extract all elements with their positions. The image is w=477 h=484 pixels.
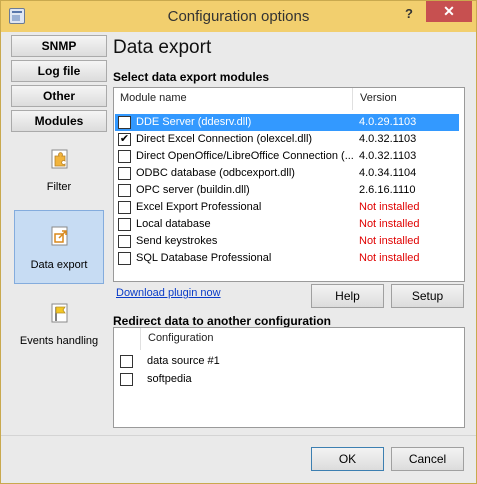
close-button[interactable]: ✕ bbox=[426, 1, 472, 22]
module-checkbox[interactable] bbox=[118, 150, 131, 163]
modules-section-label: Select data export modules bbox=[113, 70, 270, 84]
page-title: Data export bbox=[113, 37, 212, 58]
configuration-row[interactable]: softpedia bbox=[115, 371, 455, 388]
module-name: SQL Database Professional bbox=[136, 252, 272, 264]
module-checkbox[interactable] bbox=[118, 167, 131, 180]
download-plugin-link[interactable]: Download plugin now bbox=[116, 287, 221, 299]
module-version: Not installed bbox=[359, 201, 420, 213]
help-button[interactable]: Help bbox=[311, 284, 384, 308]
column-separator bbox=[140, 328, 141, 350]
nav-modules-button[interactable]: Modules bbox=[11, 110, 107, 132]
configuration-row[interactable]: data source #1 bbox=[115, 353, 455, 370]
module-version: 2.6.16.1110 bbox=[359, 184, 416, 196]
export-icon bbox=[51, 226, 68, 246]
setup-button[interactable]: Setup bbox=[391, 284, 464, 308]
modules-list[interactable]: Module name Version DDE Server (ddesrv.d… bbox=[113, 87, 465, 282]
module-version: 4.0.29.1103 bbox=[359, 116, 417, 128]
configuration-checkbox[interactable] bbox=[120, 373, 133, 386]
module-checkbox[interactable] bbox=[118, 116, 131, 129]
ok-button[interactable]: OK bbox=[311, 447, 384, 471]
nav-tile-events-handling-label: Events handling bbox=[19, 335, 99, 347]
module-row[interactable]: Excel Export Professional Not installed bbox=[115, 199, 459, 216]
footer-divider bbox=[1, 435, 476, 436]
module-row[interactable]: Direct OpenOffice/LibreOffice Connection… bbox=[115, 148, 459, 165]
module-name: Direct OpenOffice/LibreOffice Connection… bbox=[136, 150, 354, 162]
nav-tile-data-export-label: Data export bbox=[30, 259, 88, 271]
nav-other-button[interactable]: Other bbox=[11, 85, 107, 107]
column-module-name[interactable]: Module name bbox=[120, 92, 187, 104]
module-row[interactable]: SQL Database Professional Not installed bbox=[115, 250, 459, 267]
column-separator bbox=[352, 88, 353, 110]
help-title-button[interactable]: ? bbox=[397, 4, 421, 24]
module-name: Direct Excel Connection (olexcel.dll) bbox=[136, 133, 313, 145]
module-checkbox[interactable] bbox=[118, 201, 131, 214]
module-row[interactable]: OPC server (buildin.dll) 2.6.16.1110 bbox=[115, 182, 459, 199]
module-version: Not installed bbox=[359, 252, 420, 264]
nav-tile-data-export[interactable]: Data export bbox=[14, 210, 104, 284]
nav-tile-filter-label: Filter bbox=[46, 181, 72, 193]
column-configuration[interactable]: Configuration bbox=[148, 332, 213, 344]
module-checkbox[interactable]: ✔ bbox=[118, 133, 131, 146]
module-version: 4.0.32.1103 bbox=[359, 133, 417, 145]
module-version: Not installed bbox=[359, 235, 420, 247]
module-row[interactable]: DDE Server (ddesrv.dll) 4.0.29.1103 bbox=[115, 114, 459, 131]
nav-logfile-button[interactable]: Log file bbox=[11, 60, 107, 82]
module-row[interactable]: Local database Not installed bbox=[115, 216, 459, 233]
module-version: 4.0.34.1104 bbox=[359, 167, 417, 179]
module-name: OPC server (buildin.dll) bbox=[136, 184, 250, 196]
nav-tile-filter[interactable]: Filter bbox=[14, 133, 104, 207]
module-checkbox[interactable] bbox=[118, 218, 131, 231]
module-checkbox[interactable] bbox=[118, 235, 131, 248]
configurations-list[interactable]: Configuration data source #1 softpedia bbox=[113, 327, 465, 428]
module-row[interactable]: Send keystrokes Not installed bbox=[115, 233, 459, 250]
module-row[interactable]: ✔ Direct Excel Connection (olexcel.dll) 4.… bbox=[115, 131, 459, 148]
module-checkbox[interactable] bbox=[118, 252, 131, 265]
module-name: Send keystrokes bbox=[136, 235, 218, 247]
flag-icon bbox=[51, 303, 68, 323]
title-bar[interactable]: Configuration options ? ✕ bbox=[1, 1, 476, 32]
configuration-name: softpedia bbox=[147, 373, 192, 385]
module-version: 4.0.32.1103 bbox=[359, 150, 417, 162]
module-name: Local database bbox=[136, 218, 211, 230]
configuration-window: Configuration options ? ✕ SNMP Log file … bbox=[0, 0, 477, 484]
module-version: Not installed bbox=[359, 218, 420, 230]
module-name: ODBC database (odbcexport.dll) bbox=[136, 167, 295, 179]
module-name: DDE Server (ddesrv.dll) bbox=[136, 116, 252, 128]
configuration-name: data source #1 bbox=[147, 355, 220, 367]
module-checkbox[interactable] bbox=[118, 184, 131, 197]
module-row[interactable]: ODBC database (odbcexport.dll) 4.0.34.110… bbox=[115, 165, 459, 182]
configuration-checkbox[interactable] bbox=[120, 355, 133, 368]
nav-snmp-button[interactable]: SNMP bbox=[11, 35, 107, 57]
redirect-section-label: Redirect data to another configuration bbox=[113, 314, 332, 328]
module-name: Excel Export Professional bbox=[136, 201, 262, 213]
cancel-button[interactable]: Cancel bbox=[391, 447, 464, 471]
column-version[interactable]: Version bbox=[360, 92, 397, 104]
nav-tile-events-handling[interactable]: Events handling bbox=[14, 287, 104, 361]
puzzle-icon bbox=[51, 149, 68, 169]
